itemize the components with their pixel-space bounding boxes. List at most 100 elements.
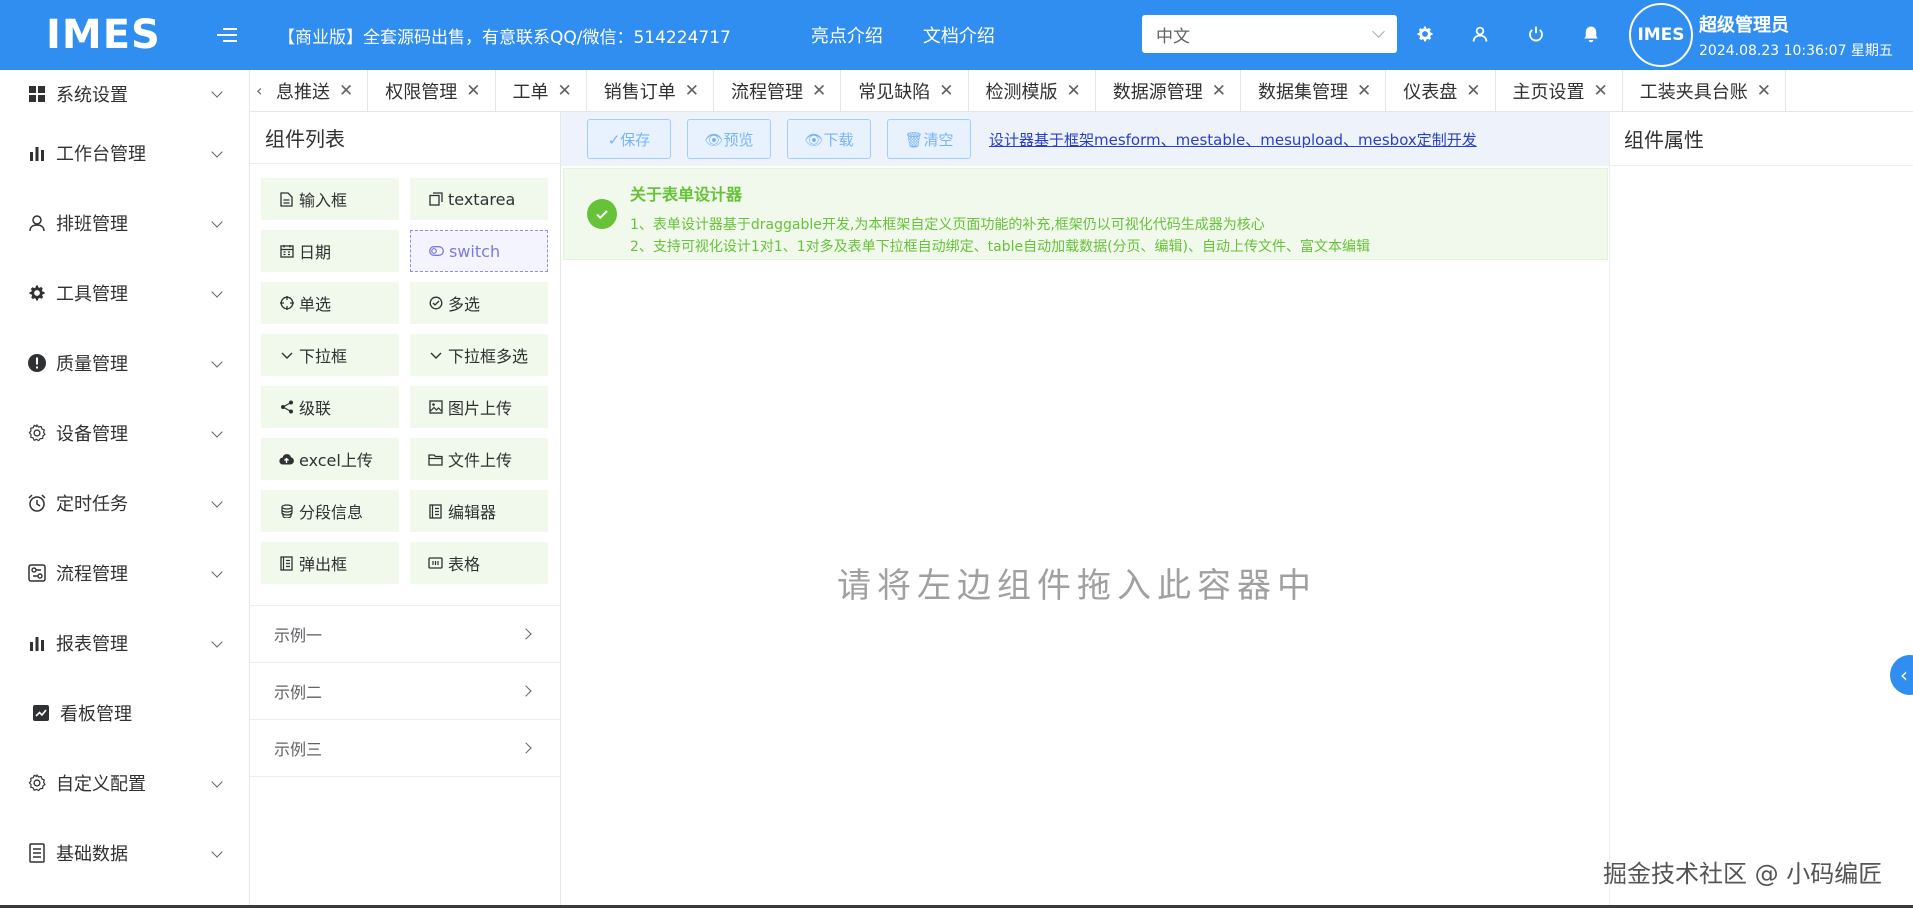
component-label: 下拉框 xyxy=(299,347,348,366)
component-cascader[interactable]: 级联 xyxy=(261,386,399,428)
tab-message-push[interactable]: 息推送 ✕ xyxy=(268,70,369,111)
chevron-down-icon xyxy=(211,286,223,298)
component-checkbox[interactable]: 多选 xyxy=(410,282,548,324)
sidebar-item-scheduled-tasks[interactable]: 定时任务 xyxy=(0,468,249,538)
sidebar-item-custom-config[interactable]: 自定义配置 xyxy=(0,748,249,818)
component-label: 文件上传 xyxy=(448,451,513,470)
designer-toolbar: ✓保存 👁预览 👁下载 🗑清空 设计器基于框架mesform、mestable、… xyxy=(561,112,1609,166)
bell-icon[interactable] xyxy=(1579,22,1603,46)
drop-zone[interactable]: 请将左边组件拖入此容器中 xyxy=(561,260,1609,908)
chevron-left-icon[interactable]: ‹ xyxy=(256,81,268,100)
sidebar-item-quality[interactable]: 质量管理 xyxy=(0,328,249,398)
component-excel-upload[interactable]: excel上传 xyxy=(261,438,399,480)
sidebar-item-scheduling[interactable]: 排班管理 xyxy=(0,188,249,258)
sidebar-item-label: 排班管理 xyxy=(56,214,128,235)
component-radio[interactable]: 单选 xyxy=(261,282,399,324)
folder-icon xyxy=(428,452,443,467)
chevron-down-icon xyxy=(211,496,223,508)
component-file-upload[interactable]: 文件上传 xyxy=(410,438,548,480)
component-date[interactable]: 日期 xyxy=(261,230,399,272)
close-icon[interactable]: ✕ xyxy=(1466,81,1480,101)
preview-button[interactable]: 👁预览 xyxy=(687,119,771,159)
menu-toggle-icon[interactable] xyxy=(217,20,247,50)
framework-link[interactable]: 设计器基于框架mesform、mestable、mesupload、mesbox… xyxy=(989,129,1477,150)
chevron-down-icon xyxy=(211,146,223,158)
properties-title: 组件属性 xyxy=(1610,112,1913,166)
close-icon[interactable]: ✕ xyxy=(1757,81,1771,101)
close-icon[interactable]: ✕ xyxy=(1357,81,1371,101)
tab-home-settings[interactable]: 主页设置 ✕ xyxy=(1496,70,1623,111)
user-icon[interactable] xyxy=(1468,22,1492,46)
gear-icon[interactable] xyxy=(1413,22,1437,46)
close-icon[interactable]: ✕ xyxy=(558,81,572,101)
sidebar-item-reports[interactable]: 报表管理 xyxy=(0,608,249,678)
sidebar-item-system-settings[interactable]: 系统设置 xyxy=(0,70,249,118)
component-input[interactable]: 输入框 xyxy=(261,178,399,220)
sidebar-item-workbench[interactable]: 工作台管理 xyxy=(0,118,249,188)
close-icon[interactable]: ✕ xyxy=(1067,81,1081,101)
coins-icon xyxy=(279,504,294,519)
component-multi-select[interactable]: 下拉框多选 xyxy=(410,334,548,376)
sidebar-item-equipment[interactable]: 设备管理 xyxy=(0,398,249,468)
nav-highlights[interactable]: 亮点介绍 xyxy=(811,22,883,48)
tab-work-order[interactable]: 工单 ✕ xyxy=(496,70,587,111)
save-button[interactable]: ✓保存 xyxy=(587,119,671,159)
close-icon[interactable]: ✕ xyxy=(466,81,480,101)
tab-datasource[interactable]: 数据源管理 ✕ xyxy=(1096,70,1241,111)
close-icon[interactable]: ✕ xyxy=(685,81,699,101)
chevron-right-icon xyxy=(520,628,532,640)
toggle-icon xyxy=(429,244,444,259)
tab-dataset[interactable]: 数据集管理 ✕ xyxy=(1241,70,1387,111)
component-section-info[interactable]: 分段信息 xyxy=(261,490,399,532)
close-icon[interactable]: ✕ xyxy=(339,81,353,101)
tab-label: 数据集管理 xyxy=(1258,81,1348,103)
chevron-down-icon xyxy=(211,776,223,788)
doc-icon xyxy=(279,191,294,207)
power-icon[interactable] xyxy=(1524,22,1548,46)
sidebar-item-workflow[interactable]: 流程管理 xyxy=(0,538,249,608)
sidebar-item-label: 报表管理 xyxy=(56,634,128,655)
close-icon[interactable]: ✕ xyxy=(1594,81,1608,101)
component-dialog[interactable]: 弹出框 xyxy=(261,542,399,584)
close-icon[interactable]: ✕ xyxy=(1212,81,1226,101)
chevron-down-icon xyxy=(211,636,223,648)
component-list-title: 组件列表 xyxy=(250,112,560,164)
avatar[interactable]: IMES xyxy=(1629,3,1693,67)
tab-permissions[interactable]: 权限管理 ✕ xyxy=(368,70,496,111)
example-item-3[interactable]: 示例三 xyxy=(250,720,560,777)
component-label: 编辑器 xyxy=(448,503,497,522)
chevron-down-icon xyxy=(279,348,294,363)
sidebar-item-tools[interactable]: 工具管理 xyxy=(0,258,249,328)
example-item-1[interactable]: 示例一 xyxy=(250,606,560,663)
close-icon[interactable]: ✕ xyxy=(812,81,826,101)
nav-docs[interactable]: 文档介绍 xyxy=(923,22,995,48)
example-list: 示例一 示例二 示例三 xyxy=(250,605,560,777)
example-item-2[interactable]: 示例二 xyxy=(250,663,560,720)
close-icon[interactable]: ✕ xyxy=(939,81,953,101)
component-editor[interactable]: 编辑器 xyxy=(410,490,548,532)
sidebar-item-base-data[interactable]: 基础数据 xyxy=(0,818,249,888)
tab-dashboard[interactable]: 仪表盘 ✕ xyxy=(1386,70,1496,111)
user-name[interactable]: 超级管理员 xyxy=(1699,11,1789,37)
component-label: 表格 xyxy=(448,555,481,574)
tab-label: 销售订单 xyxy=(603,81,676,103)
target-icon xyxy=(279,296,294,311)
tab-sales-order[interactable]: 销售订单 ✕ xyxy=(587,70,714,111)
component-label: 单选 xyxy=(299,295,332,314)
download-button[interactable]: 👁下载 xyxy=(787,119,871,159)
sidebar-item-label: 质量管理 xyxy=(56,354,128,375)
tab-inspection-template[interactable]: 检测模版 ✕ xyxy=(969,70,1096,111)
alert-line-1: 1、表单设计器基于draggable开发,为本框架自定义页面功能的补充,框架仍以… xyxy=(630,217,1265,233)
component-image-upload[interactable]: 图片上传 xyxy=(410,386,548,428)
component-select[interactable]: 下拉框 xyxy=(261,334,399,376)
component-table[interactable]: 表格 xyxy=(410,542,548,584)
language-select[interactable]: 中文 xyxy=(1142,15,1397,53)
tab-fixture-ledger[interactable]: 工装夹具台账 ✕ xyxy=(1623,70,1786,111)
chevron-down-icon xyxy=(211,846,223,858)
sidebar-item-dashboards[interactable]: 看板管理 xyxy=(0,678,249,748)
tab-workflow[interactable]: 流程管理 ✕ xyxy=(714,70,842,111)
component-textarea[interactable]: textarea xyxy=(410,178,548,220)
component-switch[interactable]: switch xyxy=(410,230,548,272)
clear-button[interactable]: 🗑清空 xyxy=(887,119,971,159)
tab-common-defects[interactable]: 常见缺陷 ✕ xyxy=(841,70,969,111)
